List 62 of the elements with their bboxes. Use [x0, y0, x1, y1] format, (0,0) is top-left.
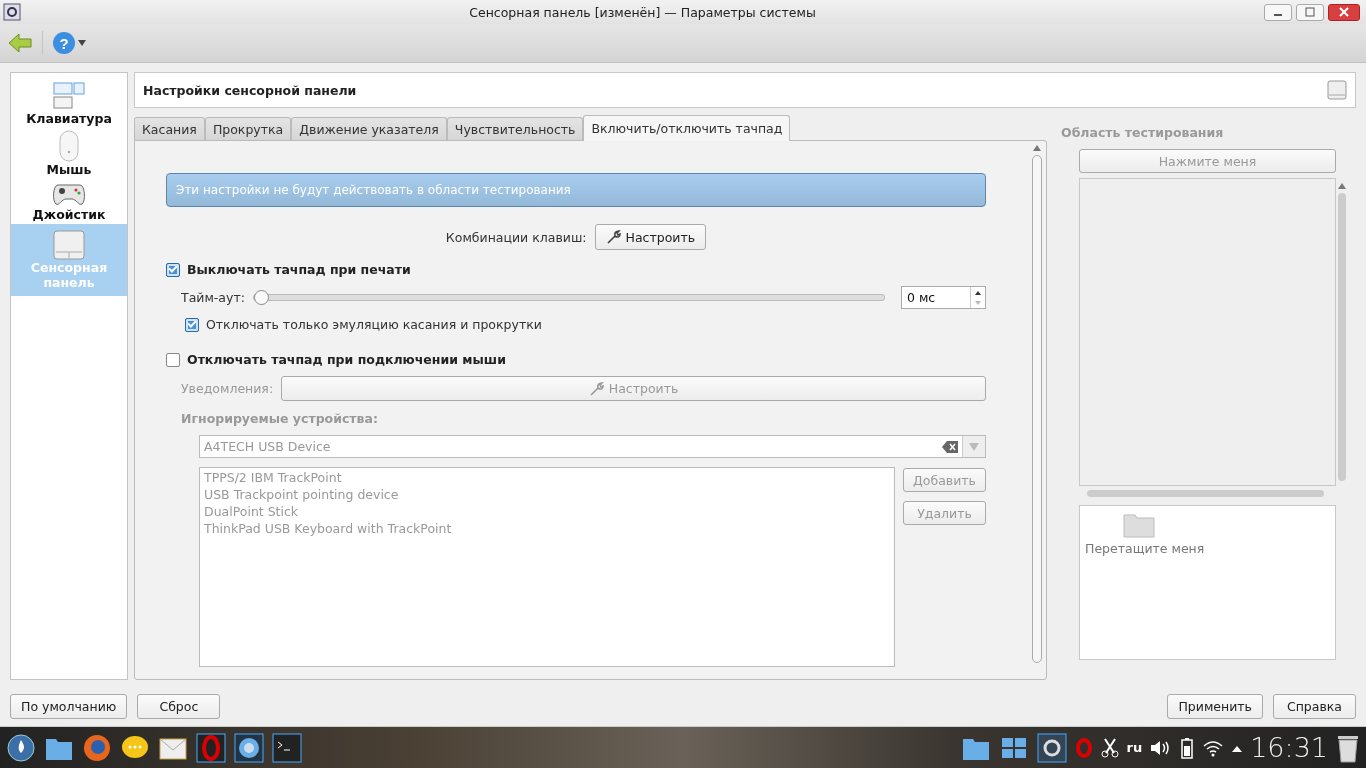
browser-icon[interactable] — [82, 732, 112, 763]
slider-thumb[interactable] — [253, 290, 269, 305]
tab[interactable]: Прокрутка — [204, 117, 292, 140]
launcher-icon[interactable] — [6, 732, 36, 763]
configure-button[interactable]: Настроить — [594, 224, 707, 250]
up-arrow-icon[interactable] — [1033, 145, 1041, 151]
wrench-icon — [605, 230, 622, 244]
tab[interactable]: Включить/отключить тачпад — [583, 115, 791, 141]
terminal-icon[interactable] — [272, 732, 302, 763]
scissors-icon[interactable] — [1100, 737, 1119, 758]
browser-icon[interactable] — [234, 732, 264, 763]
category-item[interactable]: Джойстик — [11, 179, 127, 224]
section-title: Область тестирования — [1061, 125, 1225, 140]
page-title: Настройки сенсорной панели — [143, 82, 357, 98]
timeout-spinbox[interactable]: 0 мс — [901, 286, 986, 309]
timeout-label: Тайм-аут: — [181, 290, 245, 305]
left-arrow-icon — [8, 32, 32, 54]
checkbox[interactable] — [185, 317, 199, 332]
checkbox[interactable] — [166, 262, 180, 277]
touchpad-icon — [1327, 80, 1347, 100]
settings-icon[interactable] — [1036, 732, 1067, 763]
checkbox[interactable] — [166, 352, 180, 367]
scrollbar[interactable] — [1087, 490, 1324, 497]
gamepad-icon — [52, 181, 86, 207]
info-message: Эти настройки не будут действовать в области тестирования — [166, 173, 986, 207]
wifi-icon[interactable] — [1202, 738, 1225, 757]
drag-label: Перетащите меня — [1085, 541, 1205, 556]
help-button[interactable]: Справка — [1273, 693, 1356, 719]
close-button[interactable] — [1328, 3, 1360, 21]
apply-button[interactable]: Применить — [1167, 693, 1263, 719]
help-icon: ? — [53, 32, 75, 54]
clock[interactable]: 16:31 — [1250, 732, 1328, 763]
clear-icon — [942, 440, 958, 453]
tab[interactable]: Касания — [134, 117, 205, 140]
category-item[interactable]: Клавиатура — [11, 79, 127, 128]
wrench-icon — [588, 381, 605, 396]
keyboard-layout[interactable]: ru — [1126, 740, 1143, 755]
close-icon — [1339, 7, 1349, 17]
mouse-icon — [58, 130, 80, 162]
minimize-button[interactable] — [1264, 3, 1292, 21]
defaults-button[interactable]: По умолчанию — [10, 693, 128, 719]
battery-icon[interactable] — [1180, 736, 1195, 759]
shortcut-label: Комбинации клавиш: — [445, 229, 587, 245]
reset-button[interactable]: Сброс — [137, 693, 221, 719]
dropdown-arrow-icon — [969, 442, 979, 451]
section-title: Игнорируемые устройства: — [181, 411, 379, 426]
checkbox-label: Отключать только эмуляцию касания и прокрутки — [206, 317, 542, 332]
minimize-icon — [1274, 14, 1282, 16]
scrollbar[interactable] — [1032, 145, 1042, 663]
tab[interactable]: Движение указателя — [291, 117, 447, 140]
folder-icon — [1123, 512, 1155, 538]
category-item[interactable]: Мышь — [11, 128, 127, 179]
touchpad-icon — [53, 230, 85, 260]
tab[interactable]: Чувствительность — [446, 117, 584, 140]
notifications-label: Уведомления: — [181, 381, 274, 396]
checkbox-label: Выключать тачпад при печати — [187, 262, 411, 277]
keyboard-icon — [53, 81, 85, 111]
maximize-icon — [1305, 7, 1315, 17]
caret-icon — [78, 40, 86, 46]
checkbox-label: Отключать тачпад при подключении мыши — [187, 352, 506, 367]
window-title: Сенсорная панель [изменён] — Параметры системы — [468, 4, 817, 20]
up-arrow-icon[interactable] — [1338, 183, 1346, 189]
